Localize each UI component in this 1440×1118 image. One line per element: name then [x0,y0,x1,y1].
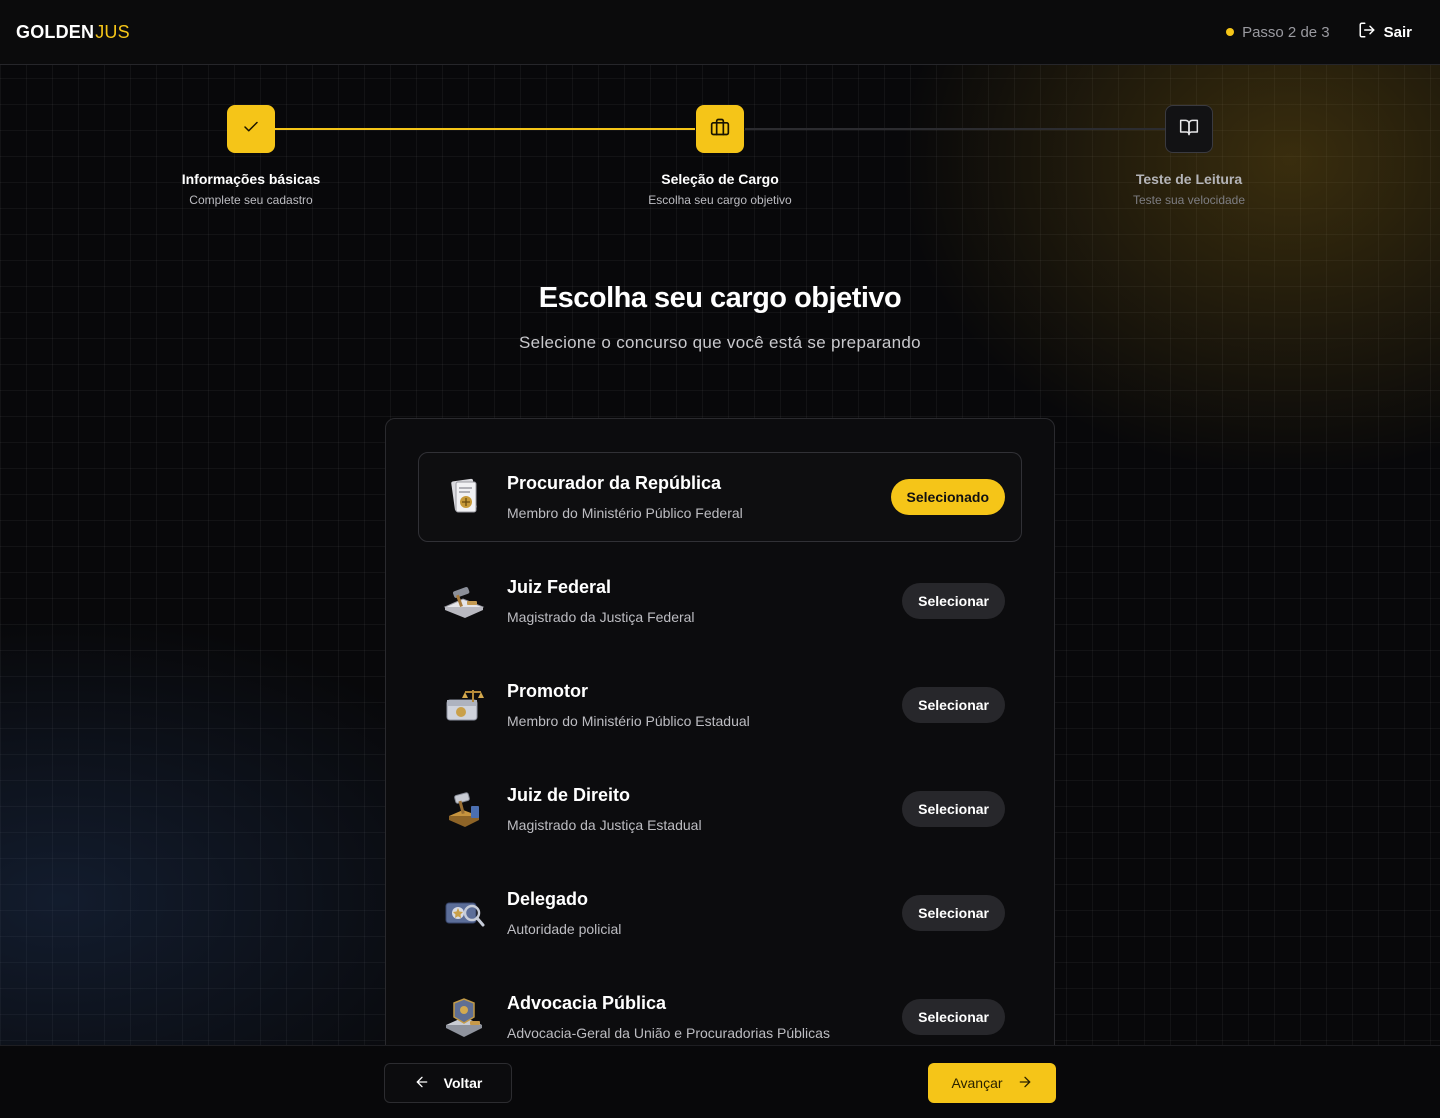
step-2-title: Seleção de Cargo [661,171,779,187]
next-label: Avançar [951,1075,1003,1091]
option-subtitle: Membro do Ministério Público Federal [507,505,743,521]
option-subtitle: Magistrado da Justiça Federal [507,609,695,625]
option-juiz-federal[interactable]: Juiz Federal Magistrado da Justiça Feder… [418,556,1022,646]
gavel-book-icon [441,578,487,624]
option-title: Procurador da República [507,473,722,493]
logo-accent: JUS [95,21,130,42]
next-button[interactable]: Avançar [928,1063,1056,1103]
step-3-subtitle: Teste sua velocidade [1132,193,1246,207]
option-delegado[interactable]: Delegado Autoridade policial Selecionar [418,868,1022,958]
logo: GOLDEN JUS [16,22,130,43]
select-button[interactable]: Selecionar [902,895,1005,931]
select-button[interactable]: Selecionar [902,999,1005,1035]
status-dot-icon [1226,28,1235,36]
option-promotor[interactable]: Promotor Membro do Ministério Público Es… [418,660,1022,750]
step-reading-test: Teste de Leitura Teste sua velocidade [1069,105,1309,207]
step-2-subtitle: Escolha seu cargo objetivo [648,193,792,207]
step-3-title: Teste de Leitura [1135,171,1243,187]
option-title: Advocacia Pública [507,993,667,1013]
step-indicator: Passo 2 de 3 [1226,24,1330,41]
option-title: Juiz Federal [507,577,612,597]
logo-text: GOLDEN [16,21,95,42]
step-position-selection: Seleção de Cargo Escolha seu cargo objet… [600,105,840,207]
step-indicator-label: Passo 2 de 3 [1242,23,1330,41]
progress-stepper: Informações básicas Complete seu cadastr… [0,105,1440,215]
option-title: Juiz de Direito [507,785,631,805]
gavel-stand-icon [441,786,487,832]
select-button[interactable]: Selecionar [902,583,1005,619]
back-button[interactable]: Voltar [384,1063,512,1103]
select-button[interactable]: Selecionar [902,791,1005,827]
arrow-right-icon [1017,1074,1033,1093]
option-subtitle: Membro do Ministério Público Estadual [507,713,750,729]
step-3-box [1165,105,1213,153]
step-1-title: Informações básicas [181,171,321,187]
logout-button[interactable]: Sair [1358,21,1412,43]
step-1-subtitle: Complete seu cadastro [189,193,313,207]
select-button[interactable]: Selecionar [902,687,1005,723]
logout-icon [1358,21,1376,43]
option-title: Delegado [507,889,589,909]
page-subtitle: Selecione o concurso que você está se pr… [519,333,921,352]
top-bar: GOLDEN JUS Passo 2 de 3 Sair [0,0,1440,65]
option-subtitle: Magistrado da Justiça Estadual [507,817,702,833]
selected-button[interactable]: Selecionado [890,479,1005,515]
page-title: Escolha seu cargo objetivo [538,282,902,314]
law-seal-icon [441,994,487,1040]
scale-briefcase-icon [441,682,487,728]
option-procurador-republica[interactable]: Procurador da República Membro do Minist… [418,452,1022,542]
back-label: Voltar [443,1075,483,1091]
police-badge-icon [441,890,487,936]
briefcase-icon [710,117,730,142]
option-subtitle: Advocacia-Geral da União e Procuradorias… [507,1025,830,1041]
option-subtitle: Autoridade policial [507,921,622,937]
option-title: Promotor [507,681,588,701]
check-icon [242,118,260,141]
step-2-box [696,105,744,153]
step-1-box [227,105,275,153]
page-heading: Escolha seu cargo objetivo Selecione o c… [0,282,1440,353]
book-open-icon [1179,117,1199,142]
arrow-left-icon [414,1074,430,1093]
step-basic-info: Informações básicas Complete seu cadastr… [131,105,371,207]
footer-bar: Voltar Avançar [0,1045,1440,1118]
document-scale-icon [441,474,487,520]
option-juiz-direito[interactable]: Juiz de Direito Magistrado da Justiça Es… [418,764,1022,854]
logout-label: Sair [1383,23,1412,41]
position-options-card: Procurador da República Membro do Minist… [385,418,1055,1118]
